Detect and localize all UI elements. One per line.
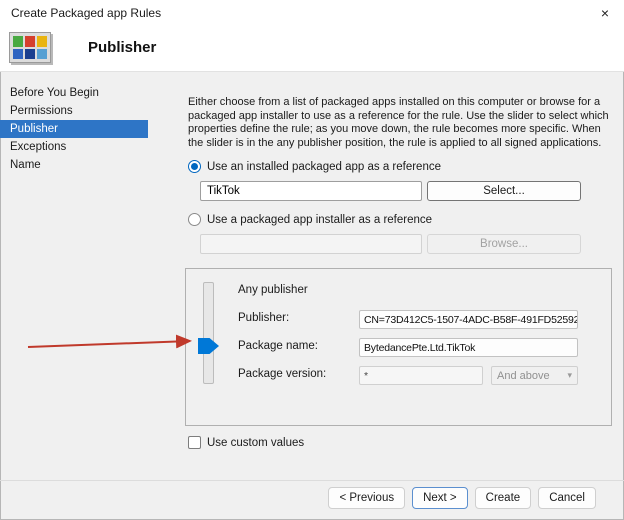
publisher-scope-panel: Any publisher Publisher: CN=73D412C5-150… bbox=[185, 268, 612, 426]
publisher-value: CN=73D412C5-1507-4ADC-B58F-491FD52592E3 bbox=[359, 310, 578, 329]
installer-radio[interactable]: Use a packaged app installer as a refere… bbox=[188, 213, 432, 226]
wizard-step-list: Before You Begin Permissions Publisher E… bbox=[0, 84, 148, 174]
publisher-slider-thumb[interactable] bbox=[198, 338, 219, 354]
wizard-step-before-you-begin[interactable]: Before You Begin bbox=[0, 84, 148, 102]
window-title: Create Packaged app Rules bbox=[11, 6, 161, 20]
packaged-app-rules-icon bbox=[9, 32, 51, 63]
page-title: Publisher bbox=[88, 39, 156, 56]
package-name-label: Package name: bbox=[238, 340, 318, 352]
page-description: Either choose from a list of packaged ap… bbox=[188, 96, 614, 150]
select-button[interactable]: Select... bbox=[427, 181, 581, 201]
wizard-step-publisher[interactable]: Publisher bbox=[0, 120, 148, 138]
package-name-value: BytedancePte.Ltd.TikTok bbox=[359, 338, 578, 357]
icon-tile-navy bbox=[25, 49, 35, 60]
icon-tile-red bbox=[25, 36, 35, 47]
footer-divider bbox=[0, 480, 624, 481]
installed-app-input[interactable]: TikTok bbox=[200, 181, 422, 201]
create-button[interactable]: Create bbox=[475, 487, 532, 509]
radio-checked-icon bbox=[188, 160, 201, 173]
cancel-button[interactable]: Cancel bbox=[538, 487, 596, 509]
previous-button[interactable]: < Previous bbox=[328, 487, 405, 509]
titlebar: Create Packaged app Rules × bbox=[0, 0, 624, 26]
radio-unchecked-icon bbox=[188, 213, 201, 226]
icon-tile-yellow bbox=[37, 36, 47, 47]
any-publisher-label: Any publisher bbox=[238, 284, 308, 296]
icon-tile-lightblue bbox=[37, 49, 47, 60]
wizard-steps-sidebar: Before You Begin Permissions Publisher E… bbox=[0, 72, 148, 520]
chevron-down-icon: ▾ bbox=[567, 370, 572, 381]
browse-button: Browse... bbox=[427, 234, 581, 254]
package-version-label: Package version: bbox=[238, 368, 326, 380]
wizard-step-permissions[interactable]: Permissions bbox=[0, 102, 148, 120]
package-version-value: * bbox=[359, 366, 483, 385]
icon-tile-green bbox=[13, 36, 23, 47]
icon-tile-blue bbox=[13, 49, 23, 60]
installed-app-radio-label: Use an installed packaged app as a refer… bbox=[207, 161, 441, 173]
version-scope-value: And above bbox=[497, 370, 550, 382]
wizard-step-name[interactable]: Name bbox=[0, 156, 148, 174]
version-scope-dropdown: And above ▾ bbox=[491, 366, 578, 385]
installed-app-radio[interactable]: Use an installed packaged app as a refer… bbox=[188, 160, 441, 173]
publisher-slider-track[interactable] bbox=[203, 282, 214, 384]
checkbox-unchecked-icon bbox=[188, 436, 201, 449]
use-custom-values-checkbox[interactable]: Use custom values bbox=[188, 436, 304, 449]
wizard-step-exceptions[interactable]: Exceptions bbox=[0, 138, 148, 156]
create-packaged-app-rules-dialog: Create Packaged app Rules × Publisher Be… bbox=[0, 0, 624, 520]
wizard-header: Publisher bbox=[0, 26, 624, 72]
icon-tiles bbox=[13, 36, 47, 59]
next-button[interactable]: Next > bbox=[412, 487, 468, 509]
close-icon[interactable]: × bbox=[586, 0, 624, 26]
use-custom-values-label: Use custom values bbox=[207, 437, 304, 449]
installer-radio-label: Use a packaged app installer as a refere… bbox=[207, 214, 432, 226]
publisher-label: Publisher: bbox=[238, 312, 289, 324]
footer-buttons: < Previous Next > Create Cancel bbox=[0, 487, 624, 509]
installer-path-input bbox=[200, 234, 422, 254]
